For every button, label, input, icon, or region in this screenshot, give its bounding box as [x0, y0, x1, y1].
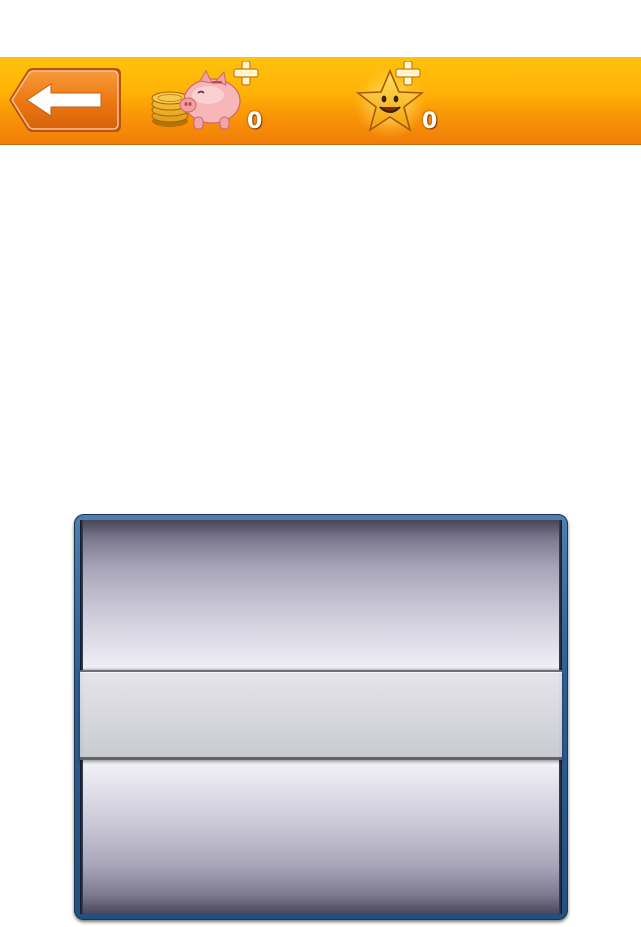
coins-count: 0	[247, 109, 263, 134]
stars-counter[interactable]: 0	[352, 61, 444, 141]
back-button[interactable]	[5, 67, 123, 133]
coins-counter[interactable]: 0	[150, 61, 268, 141]
top-toolbar: 0 0	[0, 57, 641, 145]
plus-icon	[233, 61, 259, 86]
screen: 0 0	[0, 0, 641, 927]
stars-count: 0	[422, 109, 438, 134]
picker-wheel[interactable]	[74, 514, 568, 920]
selection-indicator	[80, 670, 562, 760]
selected-value	[80, 672, 562, 757]
